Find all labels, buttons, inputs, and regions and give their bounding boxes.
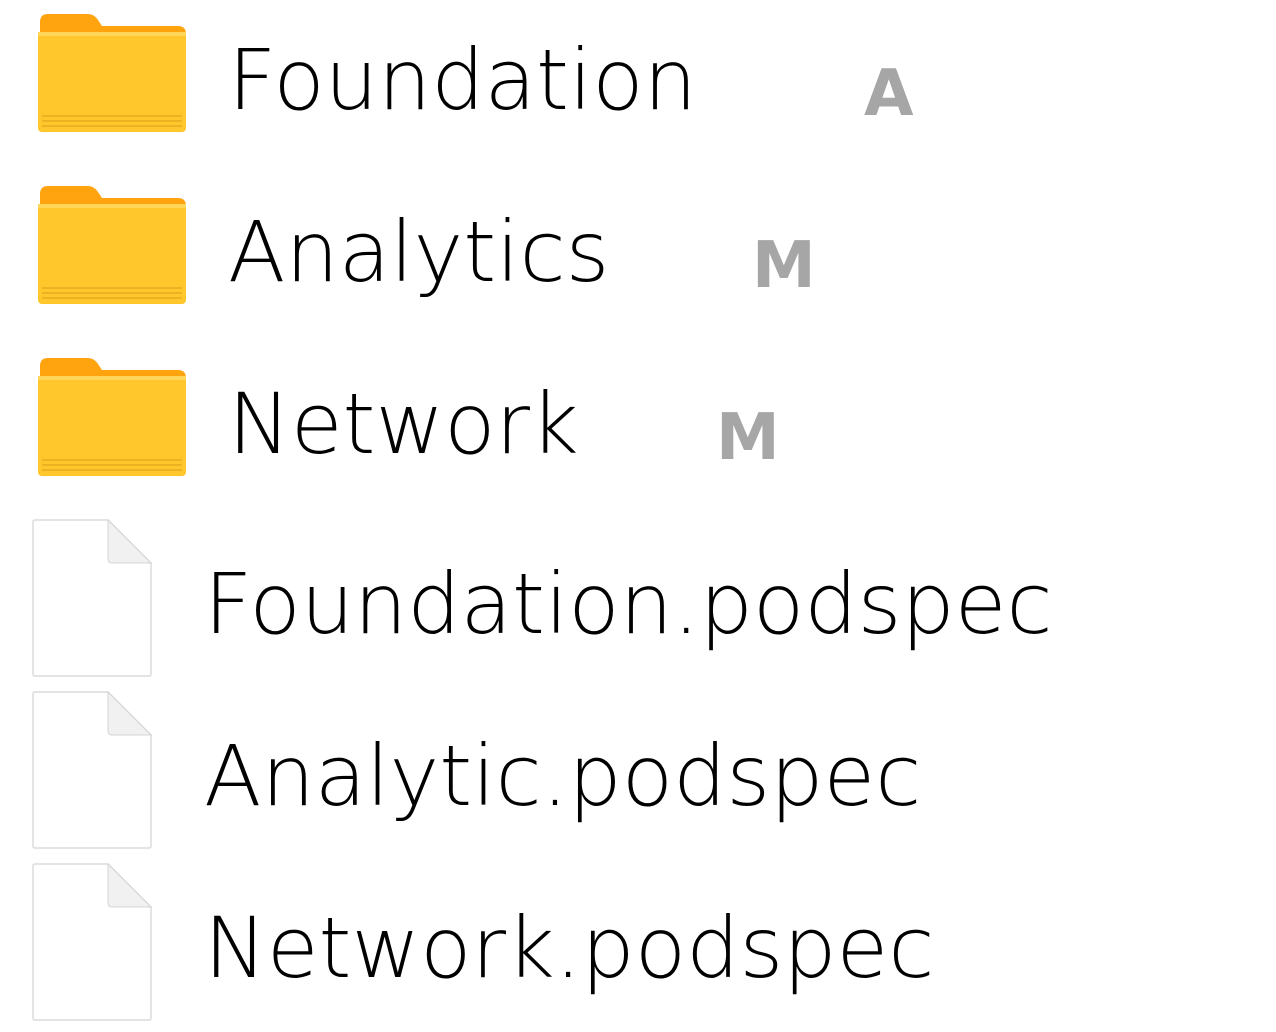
folder-icon (38, 14, 186, 132)
document-icon (32, 862, 153, 1021)
status-badge: A (864, 57, 914, 131)
item-name: Analytics (228, 203, 610, 301)
list-item-folder[interactable]: Analytics M (0, 172, 1276, 344)
status-badge: M (716, 401, 780, 475)
list-item-file[interactable]: Foundation.podspec (0, 516, 1276, 688)
list-item-file[interactable]: Analytic.podspec (0, 688, 1276, 860)
document-icon (32, 518, 153, 677)
item-name: Analytic.podspec (204, 727, 922, 825)
item-name: Foundation.podspec (204, 555, 1053, 653)
document-icon (32, 690, 153, 849)
list-item-file[interactable]: Network.podspec (0, 860, 1276, 1032)
item-name: Network (228, 375, 579, 473)
item-name: Network.podspec (204, 899, 935, 997)
list-item-folder[interactable]: Foundation A (0, 0, 1276, 172)
list-item-folder[interactable]: Network M (0, 344, 1276, 516)
item-name: Foundation (228, 31, 697, 129)
file-list: Foundation A Analytics M Network M Found… (0, 0, 1276, 1021)
status-badge: M (752, 229, 816, 303)
folder-icon (38, 186, 186, 304)
folder-icon (38, 358, 186, 476)
